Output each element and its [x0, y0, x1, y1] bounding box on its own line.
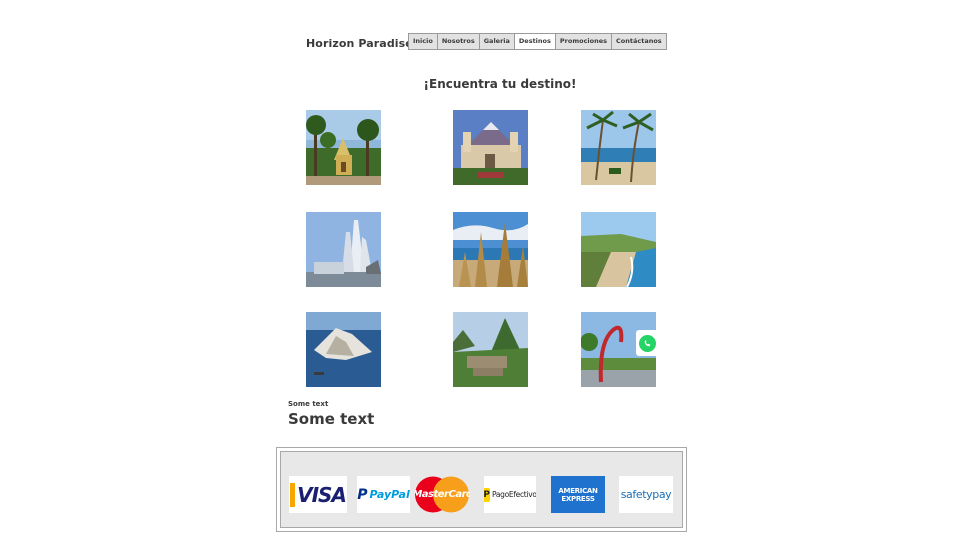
coastal-cliff-beach-photo	[581, 212, 656, 287]
destination-tile-6[interactable]	[581, 212, 656, 287]
destination-tile-7[interactable]	[306, 312, 381, 387]
destination-tile-1[interactable]	[306, 110, 381, 185]
nav-inicio[interactable]: Inicio	[409, 34, 438, 49]
white-sail-church-photo	[306, 212, 381, 287]
visa-logo: VISA	[289, 476, 347, 513]
destination-tile-4[interactable]	[306, 212, 381, 287]
cathedral-volcano-photo	[453, 110, 528, 185]
main-nav: Inicio Nosotros Galeria Destinos Promoci…	[408, 33, 667, 50]
nav-destinos[interactable]: Destinos	[514, 34, 556, 49]
safetypay-logo: safetypay	[619, 476, 673, 513]
small-text: Some text	[288, 400, 329, 408]
destination-tile-2[interactable]	[453, 110, 528, 185]
payment-methods-panel: VISA P PayPal MasterCard P PagoEfectivo …	[276, 447, 687, 532]
pagoefectivo-logo: P PagoEfectivo	[484, 476, 536, 513]
destination-tile-3[interactable]	[581, 110, 656, 185]
nav-nosotros[interactable]: Nosotros	[438, 34, 480, 49]
nav-galeria[interactable]: Galeria	[480, 34, 515, 49]
palm-beach-photo	[581, 110, 656, 185]
nav-contactanos[interactable]: Contáctanos	[612, 34, 666, 49]
reed-boats-beach-photo	[453, 212, 528, 287]
nav-promociones[interactable]: Promociones	[556, 34, 613, 49]
whatsapp-button[interactable]	[636, 330, 658, 356]
page-headline: ¡Encuentra tu destino!	[423, 77, 577, 91]
site-brand[interactable]: Horizon Paradise	[306, 37, 413, 50]
destination-tile-5[interactable]	[453, 212, 528, 287]
tropical-plaza-church-photo	[306, 110, 381, 185]
amex-logo: AMERICAN EXPRESS	[551, 476, 605, 513]
large-text: Some text	[288, 410, 375, 428]
whatsapp-icon	[638, 334, 656, 352]
mastercard-logo: MasterCard	[415, 476, 470, 513]
paypal-logo: P PayPal	[357, 476, 410, 513]
island-aerial-photo	[306, 312, 381, 387]
machu-picchu-photo	[453, 312, 528, 387]
destination-tile-8[interactable]	[453, 312, 528, 387]
